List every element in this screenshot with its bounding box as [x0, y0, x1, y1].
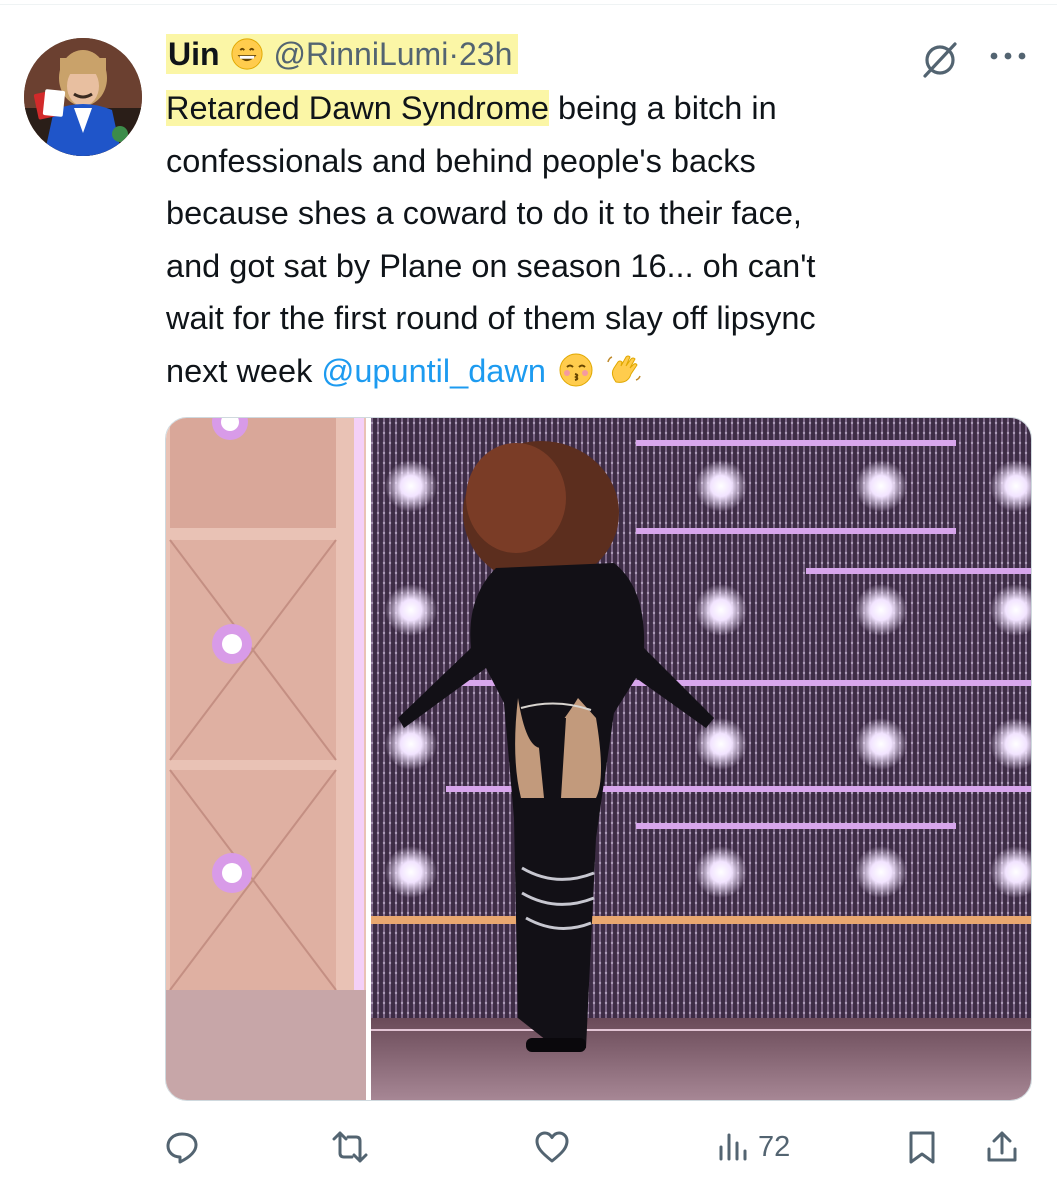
share-button[interactable]	[984, 1118, 1020, 1176]
bookmark-button[interactable]	[904, 1118, 940, 1176]
like-button[interactable]	[534, 1118, 576, 1176]
more-options-icon[interactable]	[986, 46, 1030, 66]
timestamp[interactable]: 23h	[459, 36, 512, 72]
views-chart-icon	[719, 1133, 747, 1161]
tweet-header: Uin @RinniLumi·23h	[166, 34, 519, 75]
retweet-button[interactable]	[332, 1118, 374, 1176]
tweet-media-photo[interactable]	[165, 417, 1032, 1101]
tweet-text: Retarded Dawn Syndrome being a bitch in …	[166, 82, 1026, 397]
tweet-line-5: wait for the first round of them slay of…	[166, 300, 816, 336]
tweet-line-4: and got sat by Plane on season 16... oh …	[166, 247, 816, 284]
tweet-actions: 72	[160, 1118, 1040, 1178]
grok-icon[interactable]	[918, 38, 962, 82]
kissing-face-icon	[559, 353, 593, 386]
heart-icon	[535, 1131, 569, 1163]
highlighted-phrase: Retarded Dawn Syndrome	[166, 90, 549, 126]
bookmark-icon	[909, 1131, 935, 1164]
highlighted-header: Uin @RinniLumi·23h	[166, 34, 519, 75]
mention-link[interactable]: @upuntil_dawn	[321, 353, 546, 389]
avatar[interactable]	[24, 38, 142, 156]
views-button[interactable]: 72	[716, 1118, 790, 1176]
top-divider	[0, 4, 1057, 5]
grinning-face-icon	[230, 38, 263, 70]
reply-button[interactable]	[164, 1118, 206, 1176]
avatar-image	[24, 38, 142, 156]
stage-photo	[166, 418, 1031, 1100]
reply-icon	[166, 1132, 198, 1164]
retweet-icon	[332, 1131, 368, 1163]
waving-hand-icon	[607, 355, 641, 383]
tweet-line-3: because shes a coward to do it to their …	[166, 195, 802, 231]
display-name[interactable]: Uin	[166, 34, 220, 75]
tweet-line-2: confessionals and behind people's backs	[166, 142, 756, 179]
user-handle[interactable]: @RinniLumi·23h	[274, 34, 519, 75]
tweet-line-1: Retarded Dawn Syndrome being a bitch in	[166, 90, 777, 126]
tweet-line-6: next week @upuntil_dawn	[166, 345, 1026, 398]
views-count: 72	[758, 1130, 791, 1163]
share-icon	[987, 1131, 1017, 1162]
